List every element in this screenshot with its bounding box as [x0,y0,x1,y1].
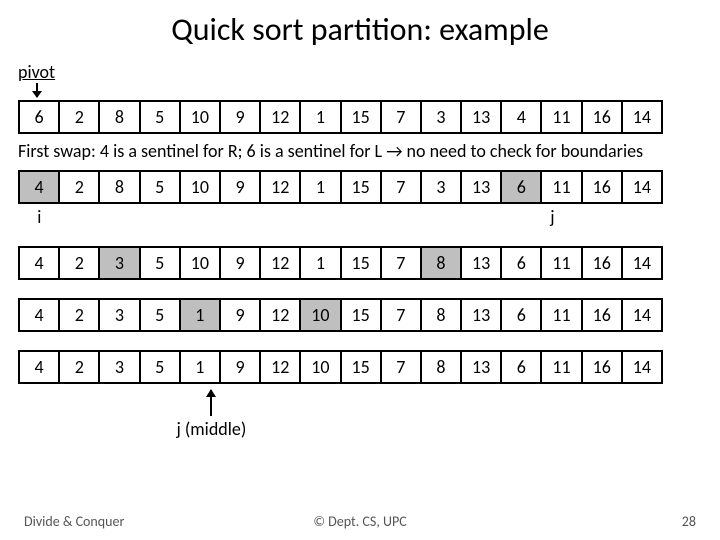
cell: 4 [20,172,60,202]
cell: 5 [141,300,181,330]
slide: Quick sort partition: example pivot 6 2 … [0,0,720,540]
slide-content: pivot 6 2 8 5 10 9 12 1 15 7 3 13 4 11 1… [0,61,720,440]
cell: 8 [422,352,462,382]
cell: 4 [20,352,60,382]
cell: 12 [261,300,301,330]
j-middle-pointer: j (middle) [190,390,233,440]
cell: 14 [623,300,663,330]
footer-center: © Dept. CS, UPC [0,513,720,530]
cell: 4 [20,248,60,278]
cell: 13 [462,352,502,382]
cell: 16 [583,102,623,132]
cell: 11 [542,102,582,132]
pivot-label: pivot [18,61,702,83]
slide-footer: Divide & Conquer © Dept. CS, UPC 28 [0,513,720,530]
cell: 2 [60,102,100,132]
array-row-4: 4 2 3 5 1 9 12 10 15 7 8 13 6 11 16 14 [18,350,663,384]
cell: 15 [342,248,382,278]
cell: 7 [382,102,422,132]
cell: 6 [502,300,542,330]
cell: 5 [141,172,181,202]
arrow-down-icon [36,83,38,97]
page-title: Quick sort partition: example [0,0,720,49]
j-middle-label: j (middle) [176,418,246,440]
cell: 3 [100,300,140,330]
cell: 12 [261,352,301,382]
cell: 4 [502,102,542,132]
array-row-2: 4 2 3 5 10 9 12 1 15 7 8 13 6 11 16 14 [18,246,663,280]
cell: 15 [342,172,382,202]
cell: 6 [502,172,542,202]
cell: 6 [502,352,542,382]
cell: 7 [382,172,422,202]
cell: 14 [623,248,663,278]
cell: 2 [60,248,100,278]
cell: 10 [181,248,221,278]
cell: 5 [141,352,181,382]
cell: 1 [301,102,341,132]
cell: 13 [462,248,502,278]
cell: 6 [20,102,60,132]
array-row-3: 4 2 3 5 1 9 12 10 15 7 8 13 6 11 16 14 [18,298,663,332]
array-row-1: 4 2 8 5 10 9 12 1 15 7 3 13 6 11 16 14 [18,170,663,204]
cell: 13 [462,172,502,202]
cell: 16 [583,248,623,278]
cell: 2 [60,300,100,330]
cell: 14 [623,352,663,382]
cell: 5 [141,102,181,132]
cell: 1 [301,248,341,278]
cell: 10 [301,300,341,330]
cell: 1 [181,300,221,330]
cell: 10 [181,102,221,132]
j-label: j [531,206,574,228]
cell: 13 [462,300,502,330]
cell: 14 [623,172,663,202]
cell: 1 [301,172,341,202]
cell: 13 [462,102,502,132]
cell: 10 [181,172,221,202]
cell: 8 [100,102,140,132]
cell: 11 [542,300,582,330]
cell: 3 [422,102,462,132]
cell: 3 [422,172,462,202]
cell: 16 [583,172,623,202]
cell: 2 [60,172,100,202]
cell: 5 [141,248,181,278]
cell: 7 [382,352,422,382]
cell: 3 [100,248,140,278]
cell: 9 [221,248,261,278]
i-label: i [18,206,61,228]
cell: 8 [100,172,140,202]
cell: 9 [221,172,261,202]
cell: 11 [542,248,582,278]
arrow-up-icon [210,390,212,416]
cell: 15 [342,102,382,132]
cell: 11 [542,172,582,202]
cell: 7 [382,300,422,330]
cell: 16 [583,300,623,330]
cell: 7 [382,248,422,278]
cell: 9 [221,102,261,132]
cell: 15 [342,352,382,382]
cell: 8 [422,248,462,278]
cell: 4 [20,300,60,330]
cell: 12 [261,102,301,132]
cell: 10 [301,352,341,382]
cell: 9 [221,300,261,330]
cell: 12 [261,248,301,278]
array-row-0: 6 2 8 5 10 9 12 1 15 7 3 13 4 11 16 14 [18,100,663,134]
cell: 15 [342,300,382,330]
cell: 2 [60,352,100,382]
cell: 12 [261,172,301,202]
cell: 1 [181,352,221,382]
cell: 11 [542,352,582,382]
cell: 8 [422,300,462,330]
cell: 9 [221,352,261,382]
cell: 6 [502,248,542,278]
cell: 14 [623,102,663,132]
swap-explanation: First swap: 4 is a sentinel for R; 6 is … [18,140,702,162]
ij-labels: i j [18,206,709,228]
cell: 3 [100,352,140,382]
cell: 16 [583,352,623,382]
